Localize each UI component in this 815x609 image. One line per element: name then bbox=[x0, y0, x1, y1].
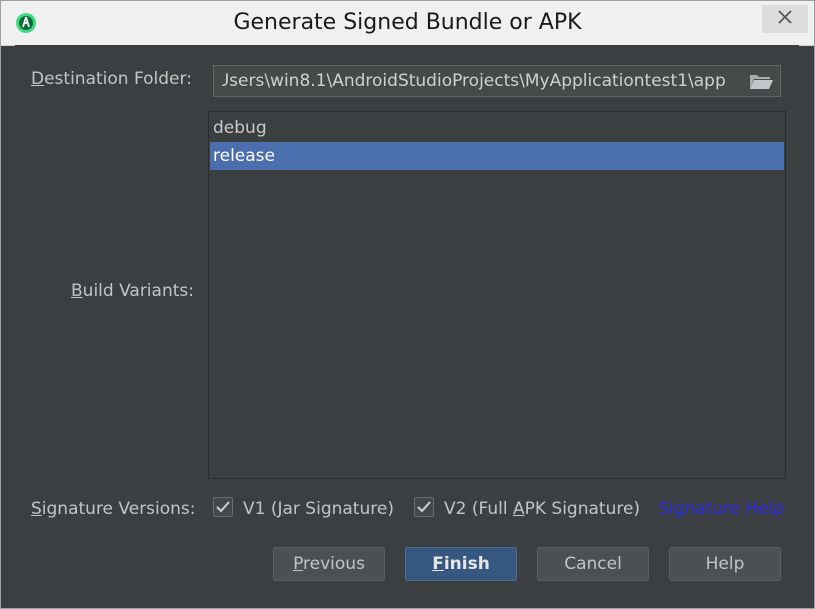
folder-icon bbox=[750, 75, 773, 89]
dialog-window: Generate Signed Bundle or APK Destinatio… bbox=[0, 0, 815, 609]
title-bar[interactable]: Generate Signed Bundle or APK bbox=[1, 1, 814, 46]
close-button[interactable] bbox=[762, 5, 808, 33]
dialog-content: Destination Folder: \Users\win8.1\Androi… bbox=[15, 45, 799, 601]
finish-button[interactable]: Finish bbox=[405, 547, 517, 581]
signature-help-link[interactable]: Signature Help bbox=[658, 499, 784, 519]
variant-item-release[interactable]: release bbox=[210, 142, 784, 170]
build-variants-list[interactable]: debug release bbox=[208, 111, 786, 479]
signature-versions-label: Signature Versions: bbox=[31, 499, 196, 519]
v1-signature-checkbox[interactable] bbox=[213, 497, 233, 517]
v2-signature-checkbox[interactable] bbox=[414, 497, 434, 517]
previous-button[interactable]: Previous bbox=[273, 547, 385, 581]
build-variants-label: Build Variants: bbox=[71, 281, 194, 301]
destination-folder-label: Destination Folder: bbox=[31, 69, 192, 89]
destination-folder-value: \Users\win8.1\AndroidStudioProjects\MyAp… bbox=[222, 71, 726, 91]
close-icon bbox=[777, 9, 793, 29]
v2-signature-label[interactable]: V2 (Full APK Signature) bbox=[444, 499, 640, 519]
checkmark-icon bbox=[216, 501, 230, 513]
variant-item-debug[interactable]: debug bbox=[210, 114, 784, 142]
checkmark-icon bbox=[417, 501, 431, 513]
window-title: Generate Signed Bundle or APK bbox=[233, 10, 582, 35]
v1-signature-label[interactable]: V1 (Jar Signature) bbox=[243, 499, 394, 519]
destination-folder-input[interactable]: \Users\win8.1\AndroidStudioProjects\MyAp… bbox=[222, 66, 742, 96]
cancel-button[interactable]: Cancel bbox=[537, 547, 649, 581]
browse-folder-button[interactable] bbox=[748, 71, 774, 91]
destination-folder-field[interactable]: \Users\win8.1\AndroidStudioProjects\MyAp… bbox=[213, 65, 781, 97]
help-button[interactable]: Help bbox=[669, 547, 781, 581]
